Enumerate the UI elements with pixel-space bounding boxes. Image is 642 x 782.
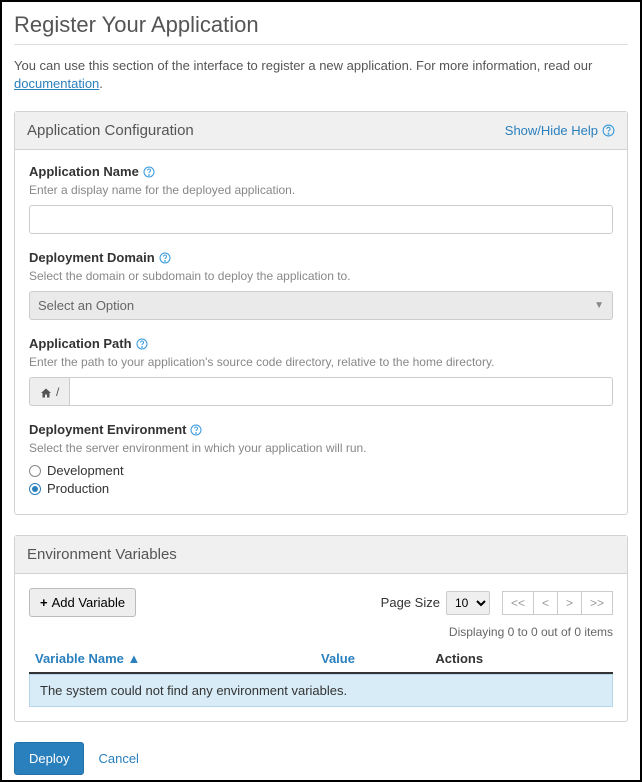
empty-state-message: The system could not find any environmen…: [29, 674, 613, 707]
label-text: Deployment Domain: [29, 250, 155, 265]
pager-last-button[interactable]: >>: [581, 591, 613, 615]
footer-actions: Deploy Cancel: [14, 742, 628, 775]
application-path-field: Application Path Enter the path to your …: [29, 336, 613, 406]
cancel-link[interactable]: Cancel: [98, 751, 138, 766]
panel-body: + Add Variable Page Size 10 << < > >> Di…: [15, 574, 627, 721]
field-hint: Enter a display name for the deployed ap…: [29, 183, 613, 197]
panel-title: Environment Variables: [27, 546, 177, 563]
help-link-label: Show/Hide Help: [505, 123, 598, 138]
label-text: Deployment Environment: [29, 422, 186, 437]
plus-icon: +: [40, 595, 48, 610]
env-toolbar: + Add Variable Page Size 10 << < > >>: [29, 588, 613, 617]
select-placeholder: Select an Option: [38, 298, 134, 313]
field-label: Deployment Environment: [29, 422, 613, 437]
divider: [14, 44, 628, 45]
deploy-button[interactable]: Deploy: [14, 742, 84, 775]
pager-prev-button[interactable]: <: [533, 591, 558, 615]
column-actions: Actions: [435, 651, 607, 666]
radio-development[interactable]: Development: [29, 463, 613, 478]
field-label: Deployment Domain: [29, 250, 613, 265]
intro-prefix: You can use this section of the interfac…: [14, 58, 592, 73]
field-label: Application Path: [29, 336, 613, 351]
application-name-input[interactable]: [29, 205, 613, 234]
table-header: Variable Name ▲ Value Actions: [29, 645, 613, 674]
panel-header: Application Configuration Show/Hide Help: [15, 112, 627, 150]
deployment-domain-field: Deployment Domain Select the domain or s…: [29, 250, 613, 320]
pager: Page Size 10 << < > >>: [381, 591, 613, 615]
help-icon[interactable]: [190, 424, 202, 436]
column-variable-name[interactable]: Variable Name ▲: [35, 651, 321, 666]
application-configuration-panel: Application Configuration Show/Hide Help…: [14, 111, 628, 515]
radio-label: Development: [47, 463, 124, 478]
field-hint: Select the server environment in which y…: [29, 441, 613, 455]
environment-variables-panel: Environment Variables + Add Variable Pag…: [14, 535, 628, 722]
button-label: Add Variable: [52, 595, 125, 610]
help-icon[interactable]: [143, 166, 155, 178]
page-title: Register Your Application: [14, 12, 628, 38]
panel-title: Application Configuration: [27, 122, 194, 139]
display-info: Displaying 0 to 0 out of 0 items: [29, 625, 613, 639]
field-label: Application Name: [29, 164, 613, 179]
radio-icon: [29, 483, 41, 495]
addon-slash: /: [56, 385, 59, 399]
radio-label: Production: [47, 481, 109, 496]
home-icon: [40, 385, 52, 399]
column-label: Variable Name: [35, 651, 124, 666]
page-size-select[interactable]: 10: [446, 591, 490, 615]
radio-icon: [29, 465, 41, 477]
field-hint: Select the domain or subdomain to deploy…: [29, 269, 613, 283]
application-name-field: Application Name Enter a display name fo…: [29, 164, 613, 234]
help-icon: [602, 124, 615, 137]
chevron-down-icon: ▼: [594, 300, 604, 311]
panel-body: Application Name Enter a display name fo…: [15, 150, 627, 514]
label-text: Application Name: [29, 164, 139, 179]
pager-first-button[interactable]: <<: [502, 591, 534, 615]
label-text: Application Path: [29, 336, 132, 351]
application-path-input[interactable]: [69, 377, 613, 406]
intro-suffix: .: [99, 76, 103, 91]
deployment-domain-select[interactable]: Select an Option ▼: [29, 291, 613, 320]
path-input-group: /: [29, 377, 613, 406]
intro-text: You can use this section of the interfac…: [14, 57, 628, 93]
documentation-link[interactable]: documentation: [14, 76, 99, 91]
field-hint: Enter the path to your application's sou…: [29, 355, 613, 369]
sort-asc-icon: ▲: [128, 651, 141, 666]
panel-header: Environment Variables: [15, 536, 627, 574]
column-value[interactable]: Value: [321, 651, 435, 666]
pager-buttons: << < > >>: [496, 591, 613, 615]
deployment-environment-field: Deployment Environment Select the server…: [29, 422, 613, 496]
help-icon[interactable]: [136, 338, 148, 350]
radio-production[interactable]: Production: [29, 481, 613, 496]
help-icon[interactable]: [159, 252, 171, 264]
add-variable-button[interactable]: + Add Variable: [29, 588, 136, 617]
page-size-label: Page Size: [381, 595, 440, 610]
pager-next-button[interactable]: >: [557, 591, 582, 615]
show-hide-help-link[interactable]: Show/Hide Help: [505, 123, 615, 138]
home-addon: /: [29, 377, 69, 406]
